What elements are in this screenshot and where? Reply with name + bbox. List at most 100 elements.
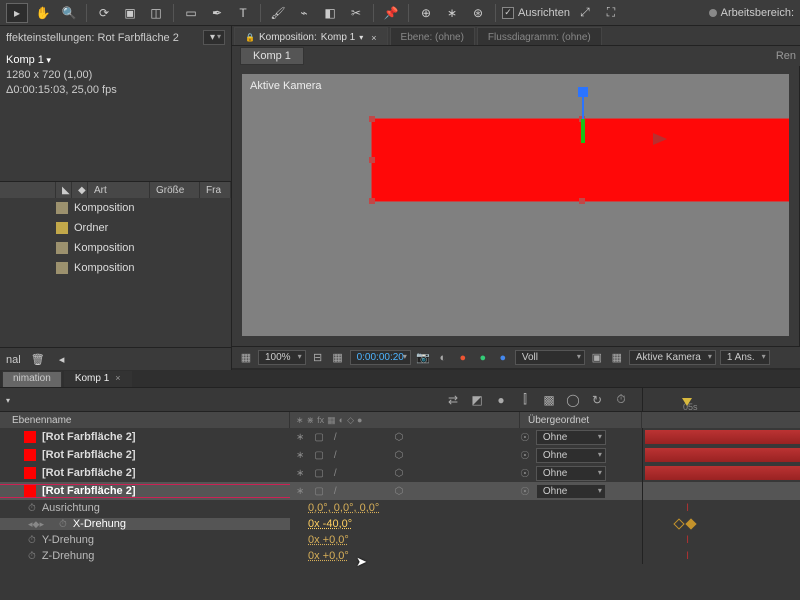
switch-icon[interactable]: / <box>334 432 337 443</box>
tab-animation[interactable]: nimation <box>2 371 62 387</box>
stopwatch-icon[interactable]: ⏱ <box>28 503 36 514</box>
live-update-icon[interactable]: ◯ <box>564 391 582 409</box>
brainstorm-icon[interactable]: ↻ <box>588 391 606 409</box>
viewer-canvas[interactable]: Aktive Kamera <box>242 74 789 336</box>
draft3d-icon[interactable]: ▩ <box>540 391 558 409</box>
transform-handle[interactable] <box>369 157 375 163</box>
view-count-dropdown[interactable]: 1 Ans. <box>720 350 770 365</box>
prop-value[interactable]: 0,0°, 0,0°, 0,0° <box>290 502 520 514</box>
axis-local-icon[interactable]: ⊕ <box>415 3 437 23</box>
project-item[interactable]: Komposition <box>0 258 231 278</box>
hand-tool-icon[interactable]: ✋ <box>32 3 54 23</box>
rotate-tool-icon[interactable]: ⟳ <box>93 3 115 23</box>
project-item[interactable]: Komposition <box>0 198 231 218</box>
shy-icon[interactable]: ⇄ <box>444 391 462 409</box>
layer-row[interactable]: [Rot Farbfläche 2] ∗▢/⬡ ☉Ohne <box>0 446 800 464</box>
col-type[interactable]: Art <box>88 182 150 198</box>
layer-track[interactable] <box>642 446 800 464</box>
transparency-icon[interactable]: ▦ <box>609 351 625 364</box>
switch-icon[interactable]: ▢ <box>314 450 323 461</box>
snapshot-icon[interactable]: 📷 <box>415 351 431 364</box>
prop-value[interactable]: 0x +0,0° <box>290 550 520 562</box>
pickwhip-icon[interactable]: ☉ <box>520 467 530 480</box>
switch-icon[interactable]: ▢ <box>314 432 323 443</box>
tab-flowchart[interactable]: Flussdiagramm: (ohne) <box>477 27 602 45</box>
stopwatch-icon[interactable]: ⏱ <box>59 519 67 530</box>
clone-tool-icon[interactable]: ⌁ <box>293 3 315 23</box>
tab-composition[interactable]: 🔒 Komposition: Komp 1 ▾ × <box>234 27 388 45</box>
pickwhip-icon[interactable]: ☉ <box>520 485 530 498</box>
puppet-tool-icon[interactable]: 📌 <box>380 3 402 23</box>
roto-tool-icon[interactable]: ✂ <box>345 3 367 23</box>
rect-tool-icon[interactable]: ▭ <box>180 3 202 23</box>
switch-icon[interactable]: ∗ <box>296 486 304 497</box>
switch-icon[interactable]: / <box>334 468 337 479</box>
comp-subtab[interactable]: Komp 1 <box>240 47 304 65</box>
channel-green-icon[interactable]: ● <box>475 352 491 364</box>
prop-x-rotation[interactable]: ◂◆▸ ⏱X-Drehung 0x -40,0° <box>0 516 800 532</box>
layer-bar[interactable] <box>645 430 800 444</box>
switch-icon[interactable]: ▢ <box>314 468 323 479</box>
keyframe-icon[interactable] <box>673 518 684 529</box>
z-axis-handle[interactable] <box>578 87 588 97</box>
eraser-tool-icon[interactable]: ◧ <box>319 3 341 23</box>
snap-ext-icon[interactable]: ⛶ <box>600 3 622 23</box>
motion-blur-icon[interactable]: ● <box>492 391 510 409</box>
selected-layer-bounds[interactable] <box>372 119 789 201</box>
switch-3d-icon[interactable]: ⬡ <box>395 432 404 443</box>
text-tool-icon[interactable]: T <box>232 3 254 23</box>
layer-bar[interactable] <box>645 448 800 462</box>
switch-icon[interactable]: / <box>334 486 337 497</box>
parent-dropdown[interactable]: Ohne <box>536 448 606 463</box>
snap-checkbox[interactable]: ✓ <box>502 7 514 19</box>
show-snapshot-icon[interactable]: ◐ <box>435 352 451 364</box>
autokey-icon[interactable]: ⏱ <box>612 391 630 409</box>
prop-value[interactable]: 0x +0,0° <box>290 534 520 546</box>
camera-tool-icon[interactable]: ▣ <box>119 3 141 23</box>
timeline-menu[interactable] <box>6 394 10 406</box>
project-item[interactable]: Ordner <box>0 218 231 238</box>
zoom-dropdown[interactable]: 100% <box>258 350 306 365</box>
pickwhip-icon[interactable]: ☉ <box>520 449 530 462</box>
prop-track[interactable] <box>642 516 800 532</box>
prop-value[interactable]: 0x -40,0° <box>290 518 520 530</box>
layer-row-selected[interactable]: [Rot Farbfläche 2] ∗▢/⬡ ☉Ohne <box>0 482 800 500</box>
frame-blend-icon[interactable]: ◩ <box>468 391 486 409</box>
switch-3d-icon[interactable]: ⬡ <box>395 450 404 461</box>
switch-icon[interactable]: ∗ <box>296 450 304 461</box>
layer-track[interactable] <box>642 482 800 500</box>
always-preview-icon[interactable]: ▦ <box>238 351 254 364</box>
layer-row[interactable]: [Rot Farbfläche 2] ∗▢/⬡ ☉Ohne <box>0 464 800 482</box>
switch-icon[interactable]: ∗ <box>296 468 304 479</box>
prop-track[interactable]: I <box>642 548 800 564</box>
prop-track[interactable]: I <box>642 500 800 516</box>
scroll-left-icon[interactable]: ◂ <box>55 353 69 366</box>
layer-row[interactable]: [Rot Farbfläche 2] ∗▢/⬡ ☉Ohne <box>0 428 800 446</box>
channel-red-icon[interactable]: ● <box>455 352 471 364</box>
stopwatch-icon[interactable]: ⏱ <box>28 535 36 546</box>
footer-tab[interactable]: nal <box>6 354 21 366</box>
current-time[interactable]: 0:00:00:20 <box>350 350 411 365</box>
workspace-selector[interactable]: Arbeitsbereich: <box>709 7 794 19</box>
roi-icon[interactable]: ▣ <box>589 351 605 364</box>
col-parent[interactable]: Übergeordnet <box>520 412 642 428</box>
switch-icon[interactable]: ▢ <box>314 486 323 497</box>
prop-z-rotation[interactable]: ⏱Z-Drehung 0x +0,0° I <box>0 548 800 564</box>
axis-world-icon[interactable]: ∗ <box>441 3 463 23</box>
channel-blue-icon[interactable]: ● <box>495 352 511 364</box>
prop-y-rotation[interactable]: ⏱Y-Drehung 0x +0,0° I <box>0 532 800 548</box>
layer-track[interactable] <box>642 428 800 446</box>
parent-dropdown[interactable]: Ohne <box>536 466 606 481</box>
render-queue-tab[interactable]: Ren <box>776 50 800 62</box>
graph-editor-icon[interactable]: ⫿ <box>516 391 534 409</box>
col-size[interactable]: Größe <box>150 182 200 198</box>
view-dropdown[interactable]: Aktive Kamera <box>629 350 716 365</box>
prop-track[interactable]: I <box>642 532 800 548</box>
parent-dropdown[interactable]: Ohne <box>536 430 606 445</box>
switch-3d-icon[interactable]: ⬡ <box>395 486 404 497</box>
layer-track[interactable] <box>642 464 800 482</box>
resolution-dropdown[interactable]: Voll <box>515 350 585 365</box>
comp-name-link[interactable]: Komp 1 <box>6 53 225 68</box>
col-fr[interactable]: Fra <box>200 182 231 198</box>
switch-icon[interactable]: / <box>334 450 337 461</box>
